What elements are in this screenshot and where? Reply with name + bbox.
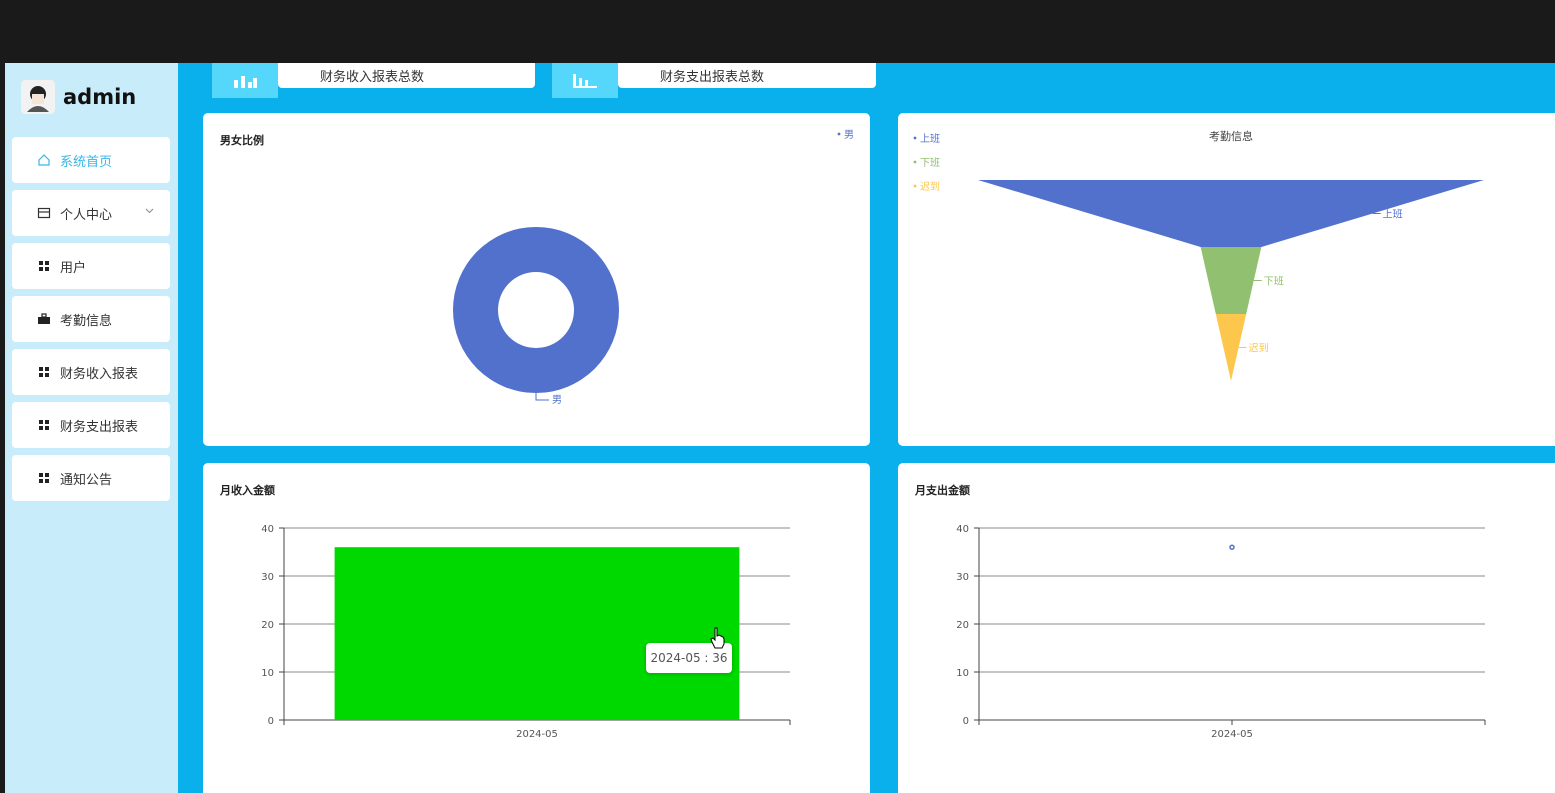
legend-marker xyxy=(837,132,841,136)
sidebar-item-label: 财务支出报表 xyxy=(60,419,139,435)
bar[interactable] xyxy=(334,547,740,720)
grid-icon xyxy=(36,364,52,380)
stat-title: 财务收入报表总数 xyxy=(320,70,425,85)
attendance-panel: 考勤信息 上班 下班 迟到 上班 下班 迟到 xyxy=(898,113,1555,446)
sidebar-item-notices[interactable]: 通知公告 xyxy=(12,455,170,501)
gender-ratio-chart: 男 男 xyxy=(453,129,854,406)
sidebar-item-home[interactable]: 系统首页 xyxy=(12,137,170,183)
funnel-stage[interactable] xyxy=(1200,247,1262,314)
sidebar-item-label: 通知公告 xyxy=(60,472,113,488)
sidebar-item-label: 个人中心 xyxy=(60,207,113,223)
stat-card-expense[interactable]: 财务支出报表总数 xyxy=(618,63,876,88)
stat-title: 财务支出报表总数 xyxy=(660,70,765,85)
funnel-stage[interactable] xyxy=(978,180,1484,247)
legend-marker xyxy=(913,184,917,188)
column-chart-icon xyxy=(552,63,618,98)
hand-cursor-icon xyxy=(710,627,726,649)
monthly-expense-panel: 月支出金额 0 10 20 30 40 2024-05 xyxy=(898,463,1555,793)
card-icon xyxy=(36,205,52,221)
funnel-legend-item[interactable]: 下班 xyxy=(913,157,940,169)
monthly-income-chart: 0 10 20 30 40 2024-05 xyxy=(261,524,791,740)
gender-ratio-panel: 男女比例 男 男 xyxy=(203,113,870,446)
attendance-funnel-chart: 考勤信息 上班下班迟到 上班下班迟到 xyxy=(913,129,1484,381)
bar-chart-icon xyxy=(212,63,278,98)
y-tick-label: 40 xyxy=(261,524,274,535)
monthly-income-panel: 月收入金额 0 10 20 30 40 2024-05 xyxy=(203,463,870,793)
home-icon xyxy=(36,152,52,168)
y-tick-label: 0 xyxy=(963,716,969,727)
legend-label: 迟到 xyxy=(920,180,940,193)
browser-top-bar xyxy=(0,0,1555,63)
y-tick-label: 20 xyxy=(956,620,969,631)
legend-label: 上班 xyxy=(920,133,940,145)
funnel-stage-label: 下班 xyxy=(1264,276,1284,288)
legend-label: 男 xyxy=(844,129,854,141)
x-tick-label: 2024-05 xyxy=(1211,729,1253,740)
funnel-legend-item[interactable]: 上班 xyxy=(913,133,940,145)
sidebar-item-label: 财务收入报表 xyxy=(60,366,139,382)
chevron-down-icon xyxy=(145,206,154,217)
main-content: 财务收入报表总数 财务支出报表总数 男女比例 男 男 考勤信息 上班 下班 迟到 上… xyxy=(178,63,1555,793)
legend-marker xyxy=(913,160,917,164)
sidebar-item-users[interactable]: 用户 xyxy=(12,243,170,289)
sidebar-item-expense-report[interactable]: 财务支出报表 xyxy=(12,402,170,448)
x-tick-label: 2024-05 xyxy=(516,729,558,740)
pie-slice-male[interactable] xyxy=(453,226,619,394)
stat-card-income[interactable]: 财务收入报表总数 xyxy=(278,63,535,88)
y-tick-label: 30 xyxy=(956,572,969,583)
sidebar-item-profile[interactable]: 个人中心 xyxy=(12,190,170,236)
y-tick-label: 0 xyxy=(268,716,274,727)
sidebar-item-income-report[interactable]: 财务收入报表 xyxy=(12,349,170,395)
avatar xyxy=(21,80,55,114)
y-tick-label: 40 xyxy=(956,524,969,535)
y-tick-label: 20 xyxy=(261,620,274,631)
grid-icon xyxy=(36,258,52,274)
sidebar-item-attendance[interactable]: 考勤信息 xyxy=(12,296,170,342)
data-point[interactable] xyxy=(1229,544,1235,550)
pie-legend-item[interactable]: 男 xyxy=(837,129,854,141)
legend-marker xyxy=(913,136,917,140)
user-info: admin xyxy=(21,79,136,115)
y-tick-label: 30 xyxy=(261,572,274,583)
username: admin xyxy=(63,85,137,109)
y-tick-label: 10 xyxy=(956,668,969,679)
y-tick-label: 10 xyxy=(261,668,274,679)
funnel-stage-label: 迟到 xyxy=(1249,342,1269,355)
legend-label: 下班 xyxy=(920,157,940,169)
sidebar-item-label: 用户 xyxy=(60,260,87,276)
pie-slice-label: 男 xyxy=(552,394,562,406)
monthly-expense-chart: 0 10 20 30 40 2024-05 xyxy=(956,524,1486,740)
sidebar-item-label: 系统首页 xyxy=(60,154,113,170)
grid-icon xyxy=(36,470,52,486)
briefcase-icon xyxy=(36,311,52,327)
funnel-legend-item[interactable]: 迟到 xyxy=(913,180,940,193)
funnel-stage-label: 上班 xyxy=(1383,209,1403,221)
sidebar-item-label: 考勤信息 xyxy=(60,313,113,329)
chart-title: 考勤信息 xyxy=(1209,129,1253,143)
grid-icon xyxy=(36,417,52,433)
sidebar: admin 系统首页 个人中心 用户 考勤信息 财务收入报表 财务支出报表 通知… xyxy=(5,63,178,793)
